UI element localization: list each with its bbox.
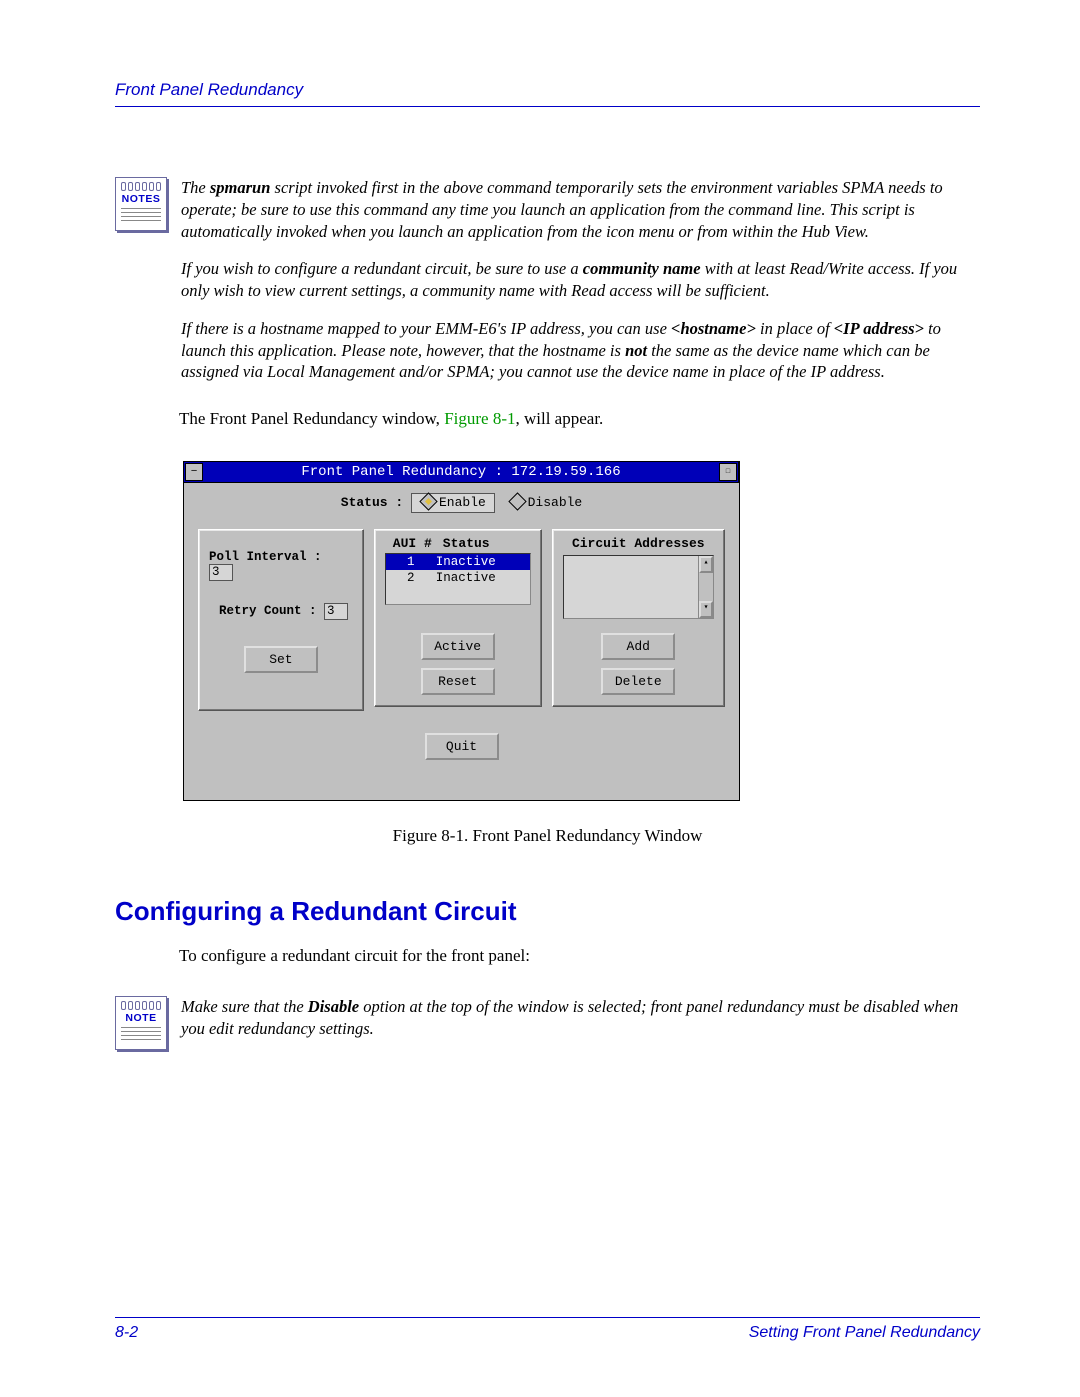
t: in place of [756,319,834,338]
aui-num: 1 [386,555,436,569]
notes-icon: NOTES [115,177,167,231]
delete-button[interactable]: Delete [601,668,675,695]
chapter-title: Setting Front Panel Redundancy [749,1324,980,1342]
lead-paragraph: The Front Panel Redundancy window, Figur… [179,408,980,431]
note-para-2: If you wish to configure a redundant cir… [181,258,980,302]
t: script invoked first in the above comman… [181,178,943,241]
notes-block: NOTES The spmarun script invoked first i… [115,177,980,383]
enable-text: Enable [439,495,486,510]
poll-label: Poll Interval : [209,550,322,564]
radio-icon [419,492,437,510]
aui-status: Inactive [436,571,496,585]
t: The [181,178,210,197]
radio-icon [508,492,526,510]
status-enable-option[interactable]: Enable [411,493,495,513]
scrollbar[interactable]: ▴ ▾ [698,556,713,618]
ip-term: <IP address> [834,319,924,338]
status-disable-option[interactable]: Disable [503,495,583,510]
poll-interval-field: Poll Interval : 3 [209,550,353,581]
retry-label: Retry Count : [219,604,317,618]
aui-list[interactable]: 1Inactive 2Inactive [385,553,531,605]
add-button[interactable]: Add [601,633,675,660]
section-lead: To configure a redundant circuit for the… [179,945,980,968]
page-header: Front Panel Redundancy [115,80,980,107]
circuit-panel: Circuit Addresses ▴ ▾ Add Delete [552,529,725,707]
aui-row-selected[interactable]: 1Inactive [386,554,530,570]
circuit-header: Circuit Addresses [563,536,714,551]
aui-status: Inactive [436,555,496,569]
aui-panel: AUI # Status 1Inactive 2Inactive Active … [374,529,542,707]
page-footer: 8-2 Setting Front Panel Redundancy [115,1317,980,1342]
page-number: 8-2 [115,1324,138,1342]
window-max-button[interactable]: □ [719,463,737,481]
retry-count-field: Retry Count : 3 [219,603,353,620]
quit-button[interactable]: Quit [425,733,499,760]
window-title: Front Panel Redundancy : 172.19.59.166 [204,464,718,480]
figure-link[interactable]: Figure 8-1 [444,409,515,428]
reset-button[interactable]: Reset [421,668,495,695]
t: Make sure that the [181,997,308,1016]
t: , will appear. [515,409,603,428]
note-para-1: The spmarun script invoked first in the … [181,177,980,242]
figure-caption: Figure 8-1. Front Panel Redundancy Windo… [115,826,980,846]
t: The Front Panel Redundancy window, [179,409,444,428]
aui-num: 2 [386,571,436,585]
active-button[interactable]: Active [421,633,495,660]
scroll-down-icon[interactable]: ▾ [699,601,713,618]
disable-term: Disable [308,997,359,1016]
aui-header: AUI # Status [385,536,531,551]
t: If there is a hostname mapped to your EM… [181,319,671,338]
aui-row[interactable]: 2Inactive [386,570,530,586]
aui-num-head: AUI # [385,536,443,551]
note-icon: NOTE [115,996,167,1050]
hostname-term: <hostname> [671,319,756,338]
aui-status-head: Status [443,536,490,551]
not-term: not [625,341,647,360]
titlebar: − Front Panel Redundancy : 172.19.59.166… [183,461,739,483]
circuit-listbox[interactable]: ▴ ▾ [563,555,714,619]
t: If you wish to configure a redundant cir… [181,259,583,278]
community-name-term: community name [583,259,701,278]
window-menu-button[interactable]: − [185,463,203,481]
scroll-up-icon[interactable]: ▴ [699,556,713,573]
note-label: NOTE [120,1012,162,1024]
notes-label: NOTES [120,193,162,205]
status-row: Status : Enable Disable [184,483,739,529]
set-button[interactable]: Set [244,646,318,673]
note-text-2: Make sure that the Disable option at the… [181,996,980,1040]
notes-text: The spmarun script invoked first in the … [181,177,980,383]
note-block: NOTE Make sure that the Disable option a… [115,996,980,1050]
retry-count-input[interactable]: 3 [324,603,348,620]
status-label: Status : [341,495,403,510]
poll-interval-input[interactable]: 3 [209,564,233,581]
disable-text: Disable [528,495,583,510]
spmarun-term: spmarun [210,178,271,197]
section-heading: Configuring a Redundant Circuit [115,896,980,927]
poll-panel: Poll Interval : 3 Retry Count : 3 Set [198,529,364,711]
screenshot-window: − Front Panel Redundancy : 172.19.59.166… [183,461,740,801]
note-para-3: If there is a hostname mapped to your EM… [181,318,980,383]
